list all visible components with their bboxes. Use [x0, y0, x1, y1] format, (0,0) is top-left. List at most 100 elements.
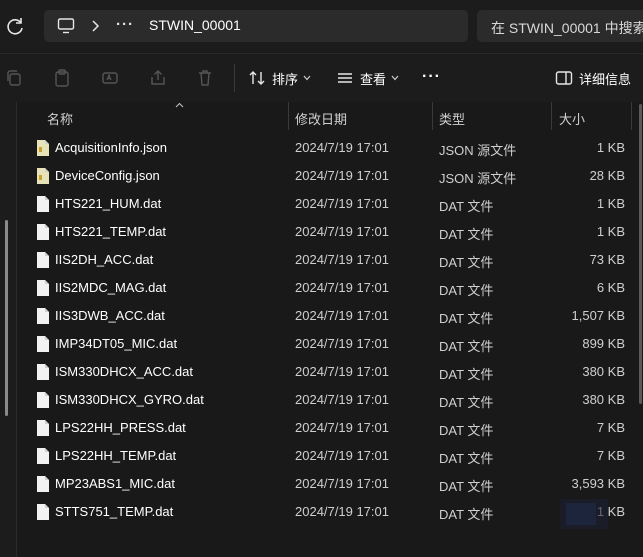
- file-size: 1,507 KB: [571, 308, 626, 323]
- details-label: 详细信息: [579, 71, 632, 87]
- file-name[interactable]: HTS221_HUM.dat: [55, 196, 161, 211]
- file-row[interactable]: HTS221_HUM.dat 2024/7/19 17:01 DAT 文件 1 KB: [17, 190, 643, 218]
- file-size: 3,593 KB: [571, 476, 626, 491]
- file-type: DAT 文件: [439, 283, 494, 298]
- file-size: 1 KB: [596, 224, 625, 239]
- file-date: 2024/7/19 17:01: [295, 280, 389, 295]
- file-name[interactable]: ISM330DHCX_ACC.dat: [55, 364, 193, 379]
- file-row[interactable]: MP23ABS1_MIC.dat 2024/7/19 17:01 DAT 文件 3,5…: [17, 470, 643, 498]
- view-button[interactable]: 查看: [336, 62, 399, 94]
- file-size: 73 KB: [589, 252, 625, 267]
- file-row[interactable]: AcquisitionInfo.json 2024/7/19 17:01 JSON …: [17, 134, 643, 162]
- breadcrumb-current[interactable]: STWIN_00001: [149, 17, 241, 33]
- file-name[interactable]: HTS221_TEMP.dat: [55, 224, 166, 239]
- column-name[interactable]: 名称: [47, 109, 73, 128]
- copy-icon[interactable]: [4, 68, 24, 88]
- file-name[interactable]: IIS3DWB_ACC.dat: [55, 308, 165, 323]
- file-date: 2024/7/19 17:01: [295, 392, 389, 407]
- search-field[interactable]: 在 STWIN_00001 中搜索: [477, 10, 643, 42]
- file-icon: [36, 251, 50, 269]
- file-row[interactable]: LPS22HH_PRESS.dat 2024/7/19 17:01 DAT 文件 7 …: [17, 414, 643, 442]
- refresh-icon[interactable]: [4, 15, 26, 37]
- chevron-down-icon: [391, 75, 399, 81]
- file-size: 7 KB: [596, 420, 625, 435]
- file-icon: [36, 335, 50, 353]
- file-size: 28 KB: [589, 168, 625, 183]
- file-row[interactable]: HTS221_TEMP.dat 2024/7/19 17:01 DAT 文件 1 KB: [17, 218, 643, 246]
- file-icon: [36, 447, 50, 465]
- file-size: 6 KB: [596, 280, 625, 295]
- file-size: 899 KB: [582, 336, 625, 351]
- file-icon: [36, 195, 50, 213]
- column-type[interactable]: 类型: [439, 109, 465, 128]
- file-name[interactable]: AcquisitionInfo.json: [55, 140, 167, 155]
- file-size: 7 KB: [596, 448, 625, 463]
- file-row[interactable]: IIS2MDC_MAG.dat 2024/7/19 17:01 DAT 文件 6 KB: [17, 274, 643, 302]
- file-date: 2024/7/19 17:01: [295, 420, 389, 435]
- file-icon: [36, 279, 50, 297]
- file-name[interactable]: LPS22HH_PRESS.dat: [55, 420, 186, 435]
- file-size: 380 KB: [582, 392, 625, 407]
- file-name[interactable]: IIS2DH_ACC.dat: [55, 252, 153, 267]
- column-divider[interactable]: [551, 102, 552, 130]
- json-file-icon: [36, 139, 50, 157]
- column-divider[interactable]: [288, 102, 289, 130]
- file-date: 2024/7/19 17:01: [295, 196, 389, 211]
- file-row[interactable]: IIS3DWB_ACC.dat 2024/7/19 17:01 DAT 文件 1,50…: [17, 302, 643, 330]
- file-type: JSON 源文件: [439, 143, 517, 158]
- address-field[interactable]: [44, 10, 468, 42]
- this-pc-icon[interactable]: [57, 17, 75, 35]
- file-icon: [36, 503, 50, 521]
- file-date: 2024/7/19 17:01: [295, 224, 389, 239]
- sort-icon: [249, 71, 265, 85]
- file-type: DAT 文件: [439, 423, 494, 438]
- file-row[interactable]: ISM330DHCX_GYRO.dat 2024/7/19 17:01 DAT 文件…: [17, 386, 643, 414]
- file-type: DAT 文件: [439, 311, 494, 326]
- file-icon: [36, 307, 50, 325]
- file-row[interactable]: LPS22HH_TEMP.dat 2024/7/19 17:01 DAT 文件 7 K…: [17, 442, 643, 470]
- column-size[interactable]: 大小: [559, 109, 585, 128]
- toolbar-divider: [234, 64, 235, 92]
- details-pane-icon: [555, 71, 573, 85]
- details-button[interactable]: 详细信息: [555, 62, 631, 94]
- scrollbar-thumb[interactable]: [639, 104, 642, 404]
- file-row[interactable]: STTS751_TEMP.dat 2024/7/19 17:01 DAT 文件 1 K…: [17, 498, 643, 526]
- file-row[interactable]: DeviceConfig.json 2024/7/19 17:01 JSON 源文件…: [17, 162, 643, 190]
- more-options-icon[interactable]: ···: [422, 68, 446, 88]
- file-name[interactable]: LPS22HH_TEMP.dat: [55, 448, 176, 463]
- file-name[interactable]: STTS751_TEMP.dat: [55, 504, 173, 519]
- chevron-right-icon[interactable]: [88, 17, 102, 35]
- column-divider[interactable]: [631, 102, 632, 130]
- sort-button[interactable]: 排序: [248, 62, 311, 94]
- file-type: DAT 文件: [439, 507, 494, 522]
- breadcrumb-overflow-icon[interactable]: ···: [116, 14, 134, 36]
- navigation-scrollbar[interactable]: [5, 220, 8, 416]
- file-date: 2024/7/19 17:01: [295, 504, 389, 519]
- column-header: 名称 修改日期 类型 大小: [17, 102, 643, 130]
- sort-label: 排序: [272, 71, 299, 87]
- json-file-icon: [36, 167, 50, 185]
- column-date[interactable]: 修改日期: [295, 109, 347, 128]
- file-name[interactable]: ISM330DHCX_GYRO.dat: [55, 392, 204, 407]
- share-icon[interactable]: [148, 68, 168, 88]
- file-name[interactable]: IIS2MDC_MAG.dat: [55, 280, 166, 295]
- file-row[interactable]: IMP34DT05_MIC.dat 2024/7/19 17:01 DAT 文件 89…: [17, 330, 643, 358]
- file-type: DAT 文件: [439, 395, 494, 410]
- paste-icon[interactable]: [52, 68, 72, 88]
- file-icon: [36, 223, 50, 241]
- file-icon: [36, 419, 50, 437]
- file-row[interactable]: ISM330DHCX_ACC.dat 2024/7/19 17:01 DAT 文件 3…: [17, 358, 643, 386]
- file-type: DAT 文件: [439, 451, 494, 466]
- file-list-scrollbar[interactable]: [637, 102, 643, 557]
- file-name[interactable]: DeviceConfig.json: [55, 168, 160, 183]
- file-row[interactable]: IIS2DH_ACC.dat 2024/7/19 17:01 DAT 文件 73 KB: [17, 246, 643, 274]
- search-placeholder: 在 STWIN_00001 中搜索: [491, 20, 643, 36]
- rename-icon[interactable]: [100, 68, 120, 88]
- delete-icon[interactable]: [195, 68, 215, 88]
- command-bar: 排序 查看 ··· 详细信息: [0, 53, 643, 102]
- file-name[interactable]: IMP34DT05_MIC.dat: [55, 336, 177, 351]
- file-name[interactable]: MP23ABS1_MIC.dat: [55, 476, 175, 491]
- file-date: 2024/7/19 17:01: [295, 476, 389, 491]
- column-divider[interactable]: [432, 102, 433, 130]
- file-type: DAT 文件: [439, 255, 494, 270]
